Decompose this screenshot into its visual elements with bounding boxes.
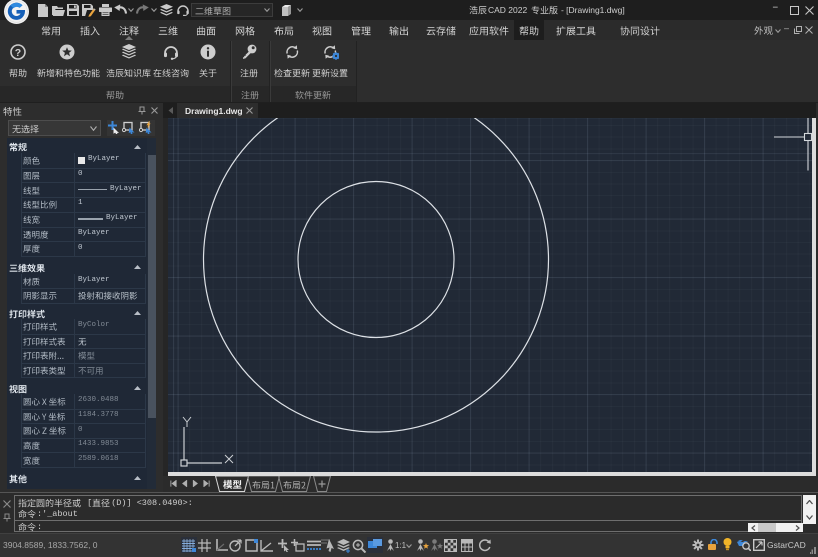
svg-text:?: ?: [15, 47, 21, 59]
